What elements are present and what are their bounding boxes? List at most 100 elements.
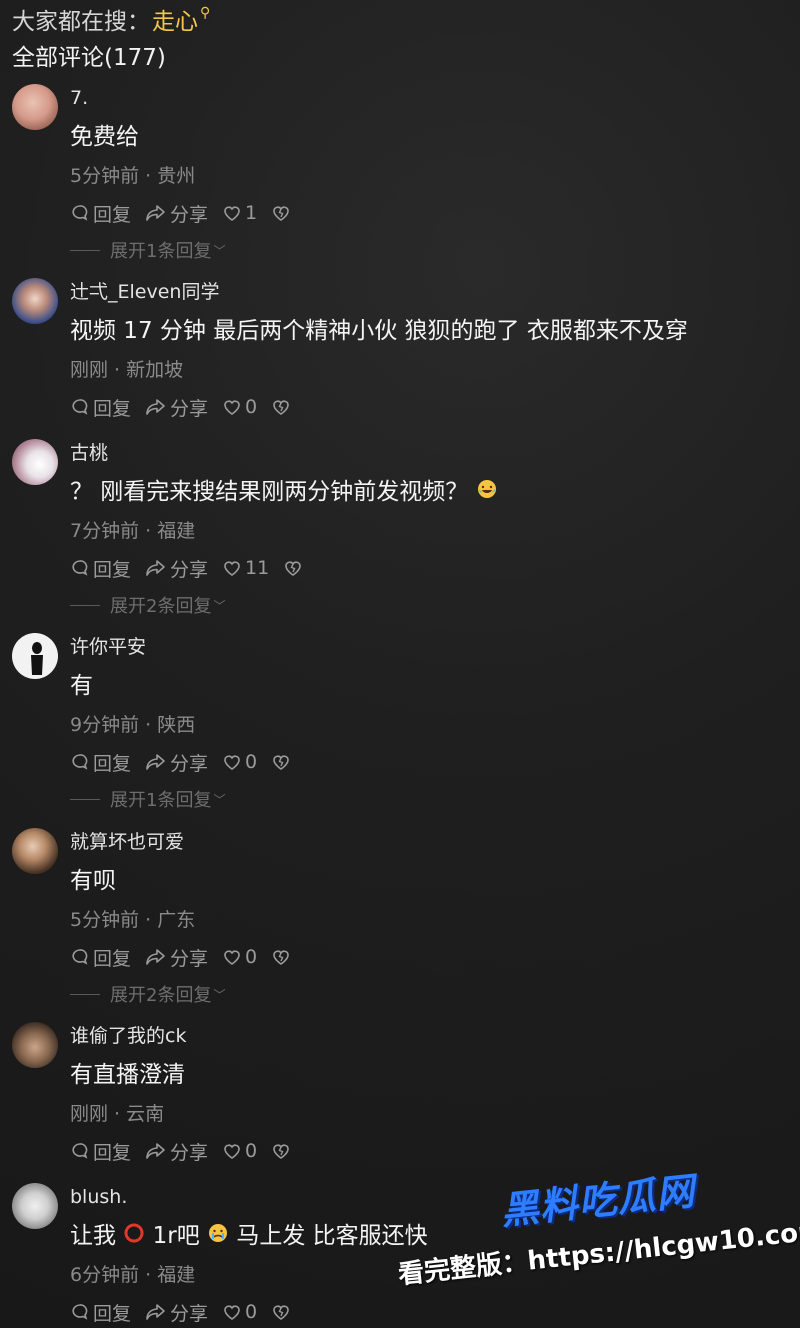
reply-button[interactable]: 回复 [70,555,131,582]
comment-meta: 9分钟前 · 陕西 [70,714,196,736]
comment-meta: 刚刚 · 云南 [70,1103,165,1125]
share-arrow-icon [146,560,165,576]
comment-username[interactable]: 7. [70,86,88,110]
like-count: 0 [245,751,258,773]
share-button[interactable]: 分享 [145,944,208,971]
share-arrow-icon [146,205,165,221]
chevron-down-icon: ﹀ [213,792,226,807]
divider [70,249,100,251]
comment-username[interactable]: 谁偷了我的ck [70,1024,186,1048]
reply-button[interactable]: 回复 [70,200,131,227]
trending-search-label: 大家都在搜： [12,9,150,35]
share-arrow-icon [146,1304,165,1320]
comment-bubble-icon [72,1304,88,1320]
share-arrow-icon [146,949,165,965]
heart-icon [224,1144,240,1159]
dislike-button[interactable] [271,1141,294,1161]
comment-actions: 回复 分享 0 [70,1299,308,1325]
avatar[interactable] [12,828,58,874]
heart-icon [224,1305,240,1320]
comment-meta: 5分钟前 · 广东 [70,909,196,931]
comment-username[interactable]: 就算坏也可爱 [70,830,184,854]
watermark-brand: 黑料吃瓜网 [498,1168,698,1234]
share-arrow-icon [146,1143,165,1159]
share-button[interactable]: 分享 [145,394,208,421]
broken-heart-icon [285,561,302,576]
comment-text: 有直播澄清 [70,1062,185,1088]
broken-heart-icon [273,755,289,770]
comment-username[interactable]: blush. [70,1185,127,1209]
avatar[interactable] [12,633,58,679]
reply-button[interactable]: 回复 [70,394,131,421]
share-button[interactable]: 分享 [145,1138,208,1165]
like-button[interactable]: 0 [222,1140,257,1162]
chevron-down-icon: ﹀ [213,987,226,1002]
avatar[interactable] [12,1183,58,1229]
avatar[interactable] [12,84,58,130]
comment-meta: 6分钟前 · 福建 [70,1264,196,1286]
avatar[interactable] [12,439,58,485]
share-button[interactable]: 分享 [145,555,208,582]
reply-button[interactable]: 回复 [70,944,131,971]
trending-search-bar[interactable]: 大家都在搜： 走心 ⚲ [12,2,210,36]
expand-replies[interactable]: 展开2条回复 ﹀ [70,982,225,1006]
silhouette-icon [31,642,43,675]
comment-meta: 5分钟前 · 贵州 [70,165,196,187]
reply-button[interactable]: 回复 [70,1299,131,1326]
dislike-button[interactable] [271,752,294,772]
share-button[interactable]: 分享 [145,200,208,227]
chevron-down-icon: ﹀ [213,243,226,258]
divider [70,993,100,995]
comment-text: 有 [70,673,93,699]
comment-meta: 刚刚 · 新加坡 [70,359,184,381]
like-button[interactable]: 0 [222,751,257,773]
heart-icon [224,206,240,221]
dislike-button[interactable] [271,203,294,223]
heart-icon [224,400,240,415]
avatar[interactable] [12,1022,58,1068]
like-button[interactable]: 0 [222,946,257,968]
broken-heart-icon [273,1305,289,1320]
broken-heart-icon [273,400,289,415]
dislike-button[interactable] [271,1302,294,1322]
comment-actions: 回复 分享 0 [70,944,308,970]
reply-button[interactable]: 回复 [70,749,131,776]
comment-bubble-icon [72,754,88,770]
expand-replies[interactable]: 展开1条回复 ﹀ [70,787,225,811]
like-count: 0 [245,946,258,968]
share-button[interactable]: 分享 [145,1299,208,1326]
trending-search-keyword[interactable]: 走心 [152,2,198,36]
heart-icon [224,755,240,770]
like-button[interactable]: 0 [222,396,257,418]
comment-username[interactable]: 许你平安 [70,635,146,659]
like-count: 11 [245,557,270,579]
dislike-button[interactable] [271,397,294,417]
share-button[interactable]: 分享 [145,749,208,776]
chevron-down-icon: ﹀ [213,598,226,613]
comment-text: ？ 刚看完来搜结果刚两分钟前发视频？ [70,477,498,508]
like-count: 0 [245,1301,258,1323]
expand-replies[interactable]: 展开1条回复 ﹀ [70,238,225,262]
comment-bubble-icon [72,949,88,965]
comment-username[interactable]: 古桃 [70,441,108,465]
comment-bubble-icon [72,1143,88,1159]
like-button[interactable]: 1 [222,202,257,224]
avatar[interactable] [12,278,58,324]
dislike-button[interactable] [271,947,294,967]
comment-meta: 7分钟前 · 福建 [70,520,196,542]
broken-heart-icon [273,1144,289,1159]
comment-username[interactable]: 辻弌_Eleven同学 [70,280,219,304]
like-button[interactable]: 0 [222,1301,257,1323]
comment-actions: 回复 分享 0 [70,749,308,775]
laughing-crying-emoji-icon [476,478,498,508]
like-button[interactable]: 11 [222,557,269,579]
expand-replies[interactable]: 展开2条回复 ﹀ [70,593,225,617]
watermark-url: 看完整版：https://hlcgw10.com [396,1215,800,1291]
divider [70,604,100,606]
crying-emoji-icon [207,1222,229,1252]
reply-button[interactable]: 回复 [70,1138,131,1165]
dislike-button[interactable] [283,558,306,578]
comment-bubble-icon [72,560,88,576]
comment-text: 让我 1r吧 马上发 比客服还快 [70,1221,428,1252]
share-arrow-icon [146,754,165,770]
